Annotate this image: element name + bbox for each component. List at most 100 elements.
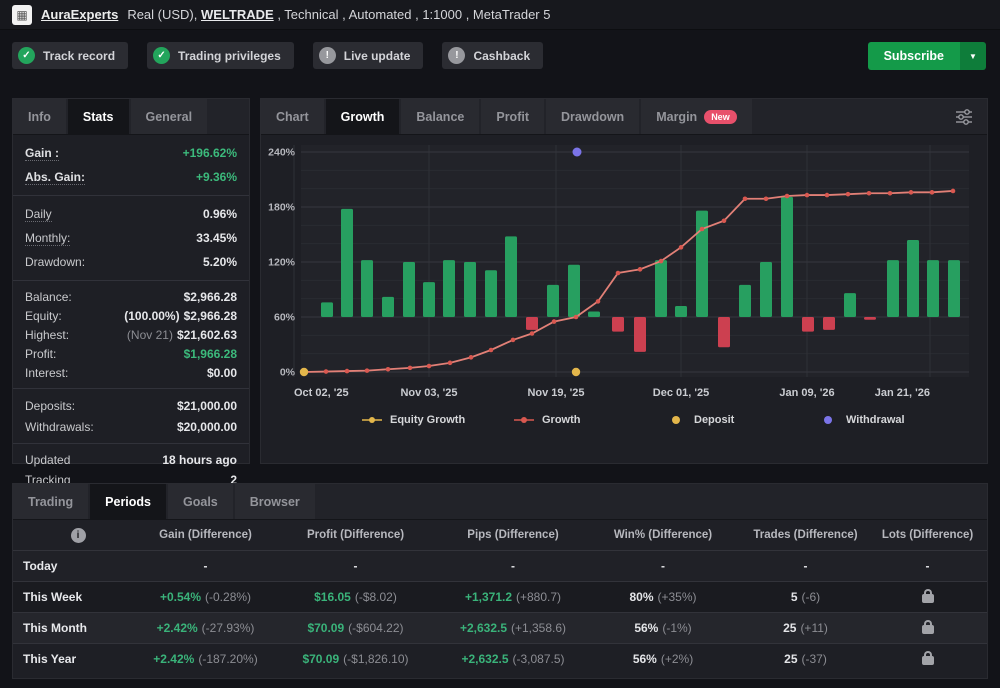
legend-withdrawal[interactable]: Withdrawal — [817, 414, 969, 426]
table-row-this-month[interactable]: This Month+2.42%(-27.93%)$70.09(-$604.22… — [13, 612, 987, 643]
cell-value: - — [511, 559, 515, 573]
stat-value-main: 33.45% — [196, 231, 237, 245]
periods-tab-browser[interactable]: Browser — [235, 484, 315, 519]
stats-body: Gain :+196.62%Abs. Gain:+9.36%Daily0.96%… — [13, 135, 249, 496]
stat-value: (100.00%)$2,966.28 — [124, 309, 237, 323]
subscribe-chevron-button[interactable]: ▼ — [960, 42, 986, 70]
subscribe-label[interactable]: Subscribe — [868, 42, 960, 70]
cell-value: - — [804, 559, 808, 573]
table-row-today[interactable]: Today------ — [13, 550, 987, 581]
stats-tab-info[interactable]: Info — [13, 99, 66, 134]
stat-row-drawdown: Drawdown:5.20% — [25, 250, 237, 274]
account-avatar: ▦ — [12, 5, 32, 25]
account-header: ▦ AuraExperts Real (USD), WELTRADE , Tec… — [0, 0, 1000, 30]
legend-equity-growth[interactable]: Equity Growth — [361, 414, 513, 426]
stats-section: Balance:$2,966.28Equity:(100.00%)$2,966.… — [13, 280, 249, 388]
tab-label: Chart — [276, 110, 309, 124]
stat-label[interactable]: Gain : — [25, 146, 59, 161]
stat-row-balance: Balance:$2,966.28 — [25, 287, 237, 306]
subscribe-button[interactable]: Subscribe ▼ — [868, 42, 986, 70]
chart-legend: Equity GrowthGrowthDeposit Withdrawal — [261, 414, 981, 426]
table-cell: 56%(+2%) — [593, 652, 733, 666]
table-cell: - — [733, 559, 878, 573]
lock-icon — [922, 594, 934, 603]
info-icon[interactable]: i — [71, 528, 86, 543]
sliders-icon — [953, 108, 975, 126]
chart-tab-growth[interactable]: Growth — [326, 99, 400, 134]
periods-tab-periods[interactable]: Periods — [90, 484, 166, 519]
stats-section: Daily 0.96% Monthly: 33.45% Drawdown:5.20% — [13, 195, 249, 280]
stat-value-main: +9.36% — [196, 170, 237, 184]
cell-difference: (+11) — [800, 621, 827, 635]
svg-text:Nov 19, '25: Nov 19, '25 — [527, 387, 584, 399]
chart-tab-balance[interactable]: Balance — [401, 99, 479, 134]
badge-live-update[interactable]: !Live update — [313, 42, 424, 69]
cell-value: 25 — [784, 652, 797, 666]
account-subtitle: Real (USD), WELTRADE , Technical , Autom… — [127, 7, 550, 22]
legend-label: Withdrawal — [846, 414, 905, 426]
info-column-header: i — [23, 528, 133, 543]
stat-row-daily: Daily 0.96% — [25, 202, 237, 226]
stat-value: 18 hours ago — [162, 453, 237, 467]
table-cell: +2,632.5(+1,358.6) — [433, 621, 593, 635]
badge-track-record[interactable]: ✓Track record — [12, 42, 128, 69]
legend-growth[interactable]: Growth — [513, 414, 665, 426]
tab-label: Browser — [250, 495, 300, 509]
stat-row-profit: Profit:$1,966.28 — [25, 344, 237, 363]
verification-badges: ✓Track record ✓Trading privileges !Live up… — [12, 42, 543, 69]
dot-marker-icon — [665, 415, 687, 425]
chart-tab-chart[interactable]: Chart — [261, 99, 324, 134]
cell-difference: (+880.7) — [516, 590, 561, 604]
table-row-this-year[interactable]: This Year+2.42%(-187.20%)$70.09(-$1,826.… — [13, 643, 987, 674]
stat-value-main: $1,966.28 — [184, 347, 237, 361]
chart-tab-drawdown[interactable]: Drawdown — [546, 99, 639, 134]
cell-difference: (-27.93%) — [202, 621, 255, 635]
periods-tab-goals[interactable]: Goals — [168, 484, 233, 519]
cell-difference: (-6) — [802, 590, 821, 604]
table-row-this-week[interactable]: This Week+0.54%(-0.28%)$16.05(-$8.02)+1,… — [13, 581, 987, 612]
table-cell: 25(+11) — [733, 621, 878, 635]
stat-value-main: 18 hours ago — [162, 453, 237, 467]
stat-value-main: $20,000.00 — [177, 420, 237, 434]
cell-value: - — [926, 559, 930, 573]
chevron-down-icon: ▼ — [969, 52, 977, 61]
column-header-lots: Lots (Difference) — [878, 529, 977, 541]
stat-value-main: $2,966.28 — [184, 309, 237, 323]
chart-tab-margin[interactable]: MarginNew — [641, 99, 752, 134]
stat-label: Balance: — [25, 290, 72, 304]
cell-value: +2,632.5 — [461, 652, 508, 666]
svg-text:Jan 21, '26: Jan 21, '26 — [875, 387, 930, 399]
stats-tab-general[interactable]: General — [131, 99, 208, 134]
stat-value: 0.96% — [203, 207, 237, 221]
chart-tab-profit[interactable]: Profit — [481, 99, 544, 134]
column-header-pips: Pips (Difference) — [433, 529, 593, 541]
legend-deposit[interactable]: Deposit — [665, 414, 817, 426]
badge-trading-privileges[interactable]: ✓Trading privileges — [147, 42, 294, 69]
svg-text:0%: 0% — [280, 367, 296, 379]
stats-tab-stats[interactable]: Stats — [68, 99, 129, 134]
stat-value: 5.20% — [203, 255, 237, 269]
table-cell — [878, 650, 977, 668]
stat-label[interactable]: Abs. Gain: — [25, 170, 85, 185]
stat-label[interactable]: Daily — [25, 207, 52, 222]
stat-value-main: $21,000.00 — [177, 399, 237, 413]
stat-row-deposits: Deposits:$21,000.00 — [25, 395, 237, 416]
stat-value: $1,966.28 — [184, 347, 237, 361]
chart-settings-button[interactable] — [953, 99, 975, 135]
periods-tab-trading[interactable]: Trading — [13, 484, 88, 519]
cell-value: +2.42% — [157, 621, 198, 635]
column-header-trades: Trades (Difference) — [733, 529, 878, 541]
stats-panel: InfoStatsGeneral Gain :+196.62%Abs. Gain… — [12, 98, 250, 464]
stat-value-prefix: (Nov 21) — [127, 328, 173, 342]
growth-chart-plot[interactable]: 0%60%120%180%240%Oct 02, '25Nov 03, '25N… — [261, 139, 977, 407]
tab-label: Trading — [28, 495, 73, 509]
badge-cashback[interactable]: !Cashback — [442, 42, 543, 69]
tab-label: Periods — [105, 495, 151, 509]
stat-label: Updated — [25, 453, 70, 467]
table-cell: 25(-37) — [733, 652, 878, 666]
stat-label[interactable]: Monthly: — [25, 231, 70, 246]
svg-text:180%: 180% — [268, 202, 296, 214]
broker-link[interactable]: WELTRADE — [201, 7, 274, 22]
table-cell: +2.42% (-27.93%) — [133, 621, 278, 635]
account-name-link[interactable]: AuraExperts — [41, 7, 118, 22]
